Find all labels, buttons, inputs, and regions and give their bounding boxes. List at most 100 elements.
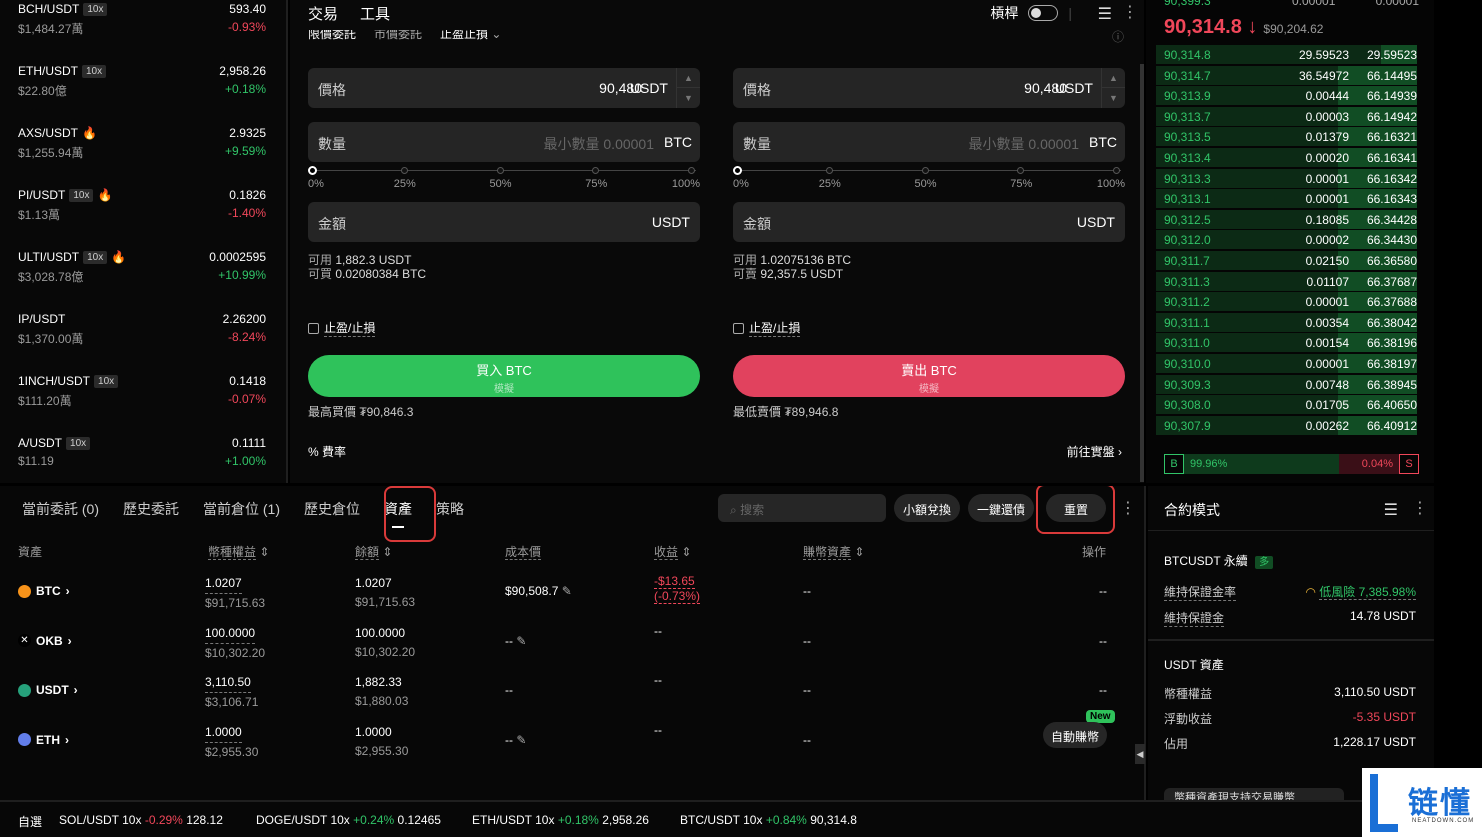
orderbook-row[interactable]: 90,308.0 0.01705 66.40650: [1156, 395, 1417, 415]
slider-stop[interactable]: [921, 167, 929, 174]
market-row[interactable]: ETH/USDT 10x $22.80億 2,958.26 +0.18%: [18, 64, 266, 104]
asset-name[interactable]: BTC ›: [18, 584, 70, 598]
ticker-item[interactable]: BTC/USDT 10x +0.84% 90,314.8: [680, 813, 857, 827]
slider-stop[interactable]: [688, 167, 695, 174]
sell-btc-button[interactable]: 賣出 BTC 模擬: [733, 355, 1125, 397]
orderbook-row[interactable]: 90,313.9 0.00444 66.14939: [1156, 86, 1417, 106]
market-row[interactable]: A/USDT 10x $11.19 0.1111 +1.00%: [18, 436, 266, 476]
orderbook-row[interactable]: 90,313.7 0.00003 66.14942: [1156, 106, 1417, 126]
orderbook-row[interactable]: 90,312.0 0.00002 66.34430: [1156, 230, 1417, 250]
more-vertical-icon[interactable]: ⋮: [1412, 498, 1428, 518]
orderbook-row[interactable]: 90,313.3 0.00001 66.16342: [1156, 168, 1417, 188]
edit-pencil-icon[interactable]: ✎: [558, 584, 572, 598]
chevron-up-icon[interactable]: ▲: [1102, 68, 1125, 88]
go-real-link[interactable]: 前往實盤 ›: [1067, 443, 1122, 460]
ticker-item[interactable]: DOGE/USDT 10x +0.24% 0.12465: [256, 813, 441, 827]
percent-slider[interactable]: 0% 25% 50% 75% 100%: [733, 166, 1125, 196]
market-row[interactable]: 1INCH/USDT 10x $111.20萬 0.1418 -0.07%: [18, 374, 266, 414]
earn-promo-banner[interactable]: 幣種資產現支持交易賺幣: [1164, 788, 1344, 800]
market-row[interactable]: BCH/USDT 10x $1,484.27萬 593.40 -0.93%: [18, 2, 266, 42]
collapse-handle-icon[interactable]: ◀: [1135, 744, 1145, 764]
th-equity[interactable]: 幣種權益 ⇕: [208, 543, 269, 560]
buy-btc-button[interactable]: 買入 BTC 模擬: [308, 355, 700, 397]
leverage-switch[interactable]: [1028, 5, 1059, 21]
asset-name[interactable]: ✕ OKB ›: [18, 634, 72, 648]
tab-bottom-2[interactable]: 當前倉位 (1): [203, 499, 280, 519]
edit-pencil-icon[interactable]: ✎: [513, 634, 526, 648]
tab-market-order[interactable]: 市價委託: [374, 30, 422, 42]
amount-input[interactable]: 金額 USDT: [733, 202, 1125, 242]
auto-earn-button[interactable]: 自動賺幣: [1043, 722, 1108, 748]
orderbook-row[interactable]: 90,313.1 0.00001 66.16343: [1156, 189, 1417, 209]
trade-scrollbar[interactable]: [1140, 64, 1144, 482]
tab-tpsl-order[interactable]: 止盈止損 ⌄: [440, 30, 501, 42]
asset-action[interactable]: --: [1099, 584, 1107, 598]
watchlist-label[interactable]: 自選: [18, 813, 42, 830]
ticker-item[interactable]: ETH/USDT 10x +0.18% 2,958.26: [472, 813, 649, 827]
chevron-up-icon[interactable]: ▲: [677, 68, 700, 88]
slider-stop[interactable]: [400, 167, 408, 174]
tab-bottom-0[interactable]: 當前委託 (0): [22, 499, 99, 519]
tab-tools[interactable]: 工具: [360, 3, 390, 24]
slider-stop[interactable]: [1113, 167, 1120, 174]
tab-trade[interactable]: 交易: [308, 3, 338, 24]
price-input[interactable]: 價格 90,480 USDT ▲ ▼: [733, 68, 1125, 108]
price-stepper[interactable]: ▲ ▼: [1101, 68, 1125, 108]
tab-bottom-1[interactable]: 歷史委託: [123, 499, 179, 519]
slider-stop[interactable]: [1017, 167, 1025, 174]
fee-rate[interactable]: % 費率: [308, 443, 346, 460]
chevron-down-icon[interactable]: ▼: [1102, 88, 1125, 108]
sliders-icon[interactable]: ☰: [1098, 4, 1112, 24]
tpsl-checkbox[interactable]: 止盈/止損: [733, 319, 1125, 337]
orderbook-row[interactable]: 90,311.7 0.02150 66.36580: [1156, 251, 1417, 270]
market-row[interactable]: PI/USDT 10x 🔥 $1.13萬 0.1826 -1.40%: [18, 188, 266, 228]
orderbook-row[interactable]: 90,311.2 0.00001 66.37688: [1156, 292, 1417, 312]
amount-input[interactable]: 金額 USDT: [308, 202, 700, 242]
percent-slider[interactable]: 0% 25% 50% 75% 100%: [308, 166, 700, 196]
tab-bottom-3[interactable]: 歷史倉位: [304, 499, 360, 519]
slider-knob[interactable]: [733, 166, 742, 175]
orderbook-row[interactable]: 90,311.3 0.01107 66.37687: [1156, 271, 1417, 291]
asset-name[interactable]: ETH ›: [18, 733, 69, 747]
edit-pencil-icon[interactable]: ✎: [513, 733, 526, 747]
orderbook-row[interactable]: 90,314.8 29.59523 29.59523: [1156, 45, 1417, 64]
quantity-input[interactable]: 數量 最小數量 0.00001 BTC: [733, 122, 1125, 162]
leverage-toggle[interactable]: 槓桿 |: [990, 3, 1072, 23]
slider-stop[interactable]: [496, 167, 504, 174]
repay-button[interactable]: 一鍵還債: [968, 494, 1035, 522]
orderbook-row[interactable]: 90,313.4 0.00020 66.16341: [1156, 148, 1417, 167]
market-row[interactable]: ULTI/USDT 10x 🔥 $3,028.78億 0.0002595 +10.99%: [18, 250, 266, 290]
price-input[interactable]: 價格 90,480 USDT ▲ ▼: [308, 68, 700, 108]
more-vertical-icon[interactable]: ⋮: [1120, 498, 1136, 518]
slider-stop[interactable]: [825, 167, 833, 174]
orderbook-row[interactable]: 90,310.0 0.00001 66.38197: [1156, 354, 1417, 373]
more-vertical-icon[interactable]: ⋮: [1122, 2, 1138, 22]
checkbox[interactable]: [733, 322, 744, 334]
asset-action[interactable]: --: [1099, 683, 1107, 697]
orderbook-row[interactable]: 90,311.0 0.00154 66.38196: [1156, 333, 1417, 353]
orderbook-row[interactable]: 90,311.1 0.00354 66.38042: [1156, 312, 1417, 332]
price-stepper[interactable]: ▲ ▼: [676, 68, 700, 108]
tab-limit-order[interactable]: 限價委託: [308, 30, 356, 42]
market-row[interactable]: IP/USDT $1,370.00萬 2.26200 -8.24%: [18, 312, 266, 352]
orderbook-row[interactable]: 90,314.7 36.54972 66.14495: [1156, 65, 1417, 85]
small-exchange-button[interactable]: 小額兌換: [894, 494, 961, 522]
asset-action[interactable]: --: [1099, 634, 1107, 648]
tab-bottom-5[interactable]: 策略: [436, 499, 464, 519]
search-input[interactable]: ⌕ 搜索: [718, 494, 886, 522]
orderbook-row[interactable]: 90,312.5 0.18085 66.34428: [1156, 209, 1417, 229]
checkbox[interactable]: [308, 322, 319, 334]
ticker-item[interactable]: SOL/USDT 10x -0.29% 128.12: [59, 813, 223, 827]
orderbook-row[interactable]: 90,309.3 0.00748 66.38945: [1156, 374, 1417, 394]
chevron-down-icon[interactable]: ▼: [677, 88, 700, 108]
th-earn[interactable]: 賺幣資產 ⇕: [803, 543, 864, 560]
slider-stop[interactable]: [592, 167, 600, 174]
slider-knob[interactable]: [308, 166, 317, 175]
market-row[interactable]: AXS/USDT 🔥 $1,255.94萬 2.9325 +9.59%: [18, 126, 266, 166]
sliders-icon[interactable]: ☰: [1384, 500, 1398, 520]
tpsl-checkbox[interactable]: 止盈/止損: [308, 319, 700, 337]
th-pnl[interactable]: 收益 ⇕: [654, 543, 691, 560]
info-icon[interactable]: ⓘ: [1112, 28, 1124, 45]
th-balance[interactable]: 餘額 ⇕: [355, 543, 392, 560]
asset-name[interactable]: USDT ›: [18, 683, 78, 697]
